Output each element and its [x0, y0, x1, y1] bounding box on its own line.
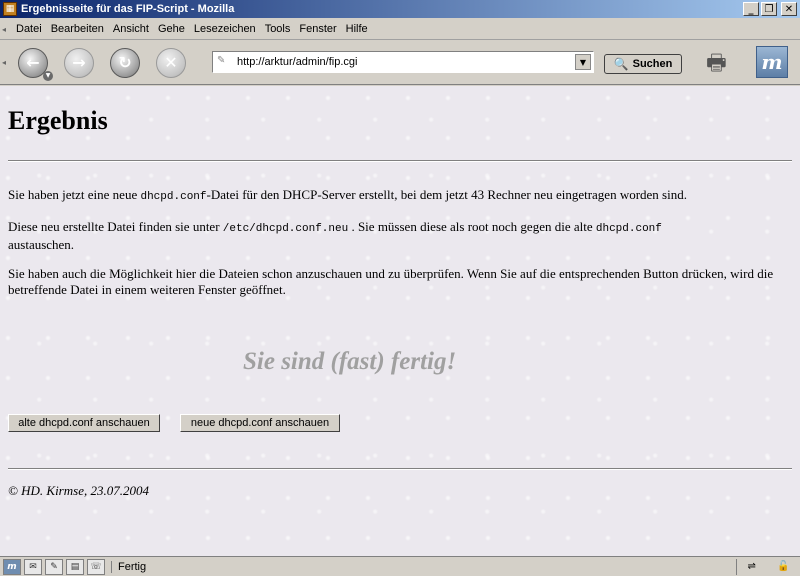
page-content: Ergebnis Sie haben jetzt eine neue dhcpd…: [0, 86, 800, 556]
status-indicators: ⇌ 🔓: [736, 558, 800, 575]
forward-arrow-icon: →: [72, 53, 86, 72]
security-lock-icon: 🔓: [777, 561, 790, 572]
menu-datei[interactable]: Datei: [16, 23, 42, 35]
footer-copyright: © HD. Kirmse, 23.07.2004: [8, 483, 149, 498]
back-arrow-icon: ←: [26, 53, 40, 72]
p2-text: Diese neu erstellte Datei finden sie unt…: [8, 219, 223, 234]
close-button[interactable]: ✕: [781, 2, 797, 16]
toolbar-grip-icon[interactable]: ◂: [2, 58, 12, 67]
paragraph-2: Diese neu erstellte Datei finden sie unt…: [8, 219, 792, 253]
page-heading: Ergebnis: [8, 106, 108, 135]
app-icon: ▦: [3, 2, 17, 16]
addressbook-icon[interactable]: ▤: [66, 558, 84, 575]
back-button[interactable]: ← ▼: [18, 47, 53, 81]
search-icon: 🔍: [613, 57, 629, 71]
menu-lesezeichen[interactable]: Lesezeichen: [194, 23, 256, 35]
toolbar-grip-icon[interactable]: ◂: [2, 21, 12, 37]
p2-text-end: austauschen.: [8, 237, 75, 252]
p2-code-file: dhcpd.conf: [595, 223, 662, 235]
menu-bearbeiten[interactable]: Bearbeiten: [51, 23, 104, 35]
menu-hilfe[interactable]: Hilfe: [346, 23, 368, 35]
composer-icon[interactable]: ✎: [45, 558, 63, 575]
search-button-label: Suchen: [632, 58, 673, 70]
window-title: Ergebnisseite für das FIP-Script - Mozil…: [21, 3, 235, 15]
mail-icon[interactable]: ✉: [24, 558, 42, 575]
forward-button[interactable]: →: [64, 47, 94, 78]
url-dropdown-icon[interactable]: ▼: [575, 54, 591, 70]
maximize-button[interactable]: ❐: [761, 2, 777, 16]
menu-gehe[interactable]: Gehe: [158, 23, 185, 35]
divider: [8, 160, 792, 162]
status-text: Fertig: [111, 560, 736, 573]
minimize-button[interactable]: _: [743, 2, 759, 16]
p2-text-mid: . Sie müssen diese als root noch gegen d…: [348, 219, 596, 234]
search-button[interactable]: 🔍 Suchen: [604, 54, 682, 74]
view-new-conf-button[interactable]: neue dhcpd.conf anschauen: [180, 414, 340, 432]
slogan: Sie sind (fast) fertig!: [243, 348, 457, 375]
chat-icon[interactable]: ☏: [87, 558, 105, 575]
menu-bar: ◂ Datei Bearbeiten Ansicht Gehe Lesezeic…: [0, 19, 800, 40]
url-input[interactable]: [237, 56, 575, 68]
menu-ansicht[interactable]: Ansicht: [113, 23, 149, 35]
p2-code-path: /etc/dhcpd.conf.neu: [222, 223, 349, 235]
page-icon: ✎: [217, 55, 226, 66]
url-bar[interactable]: ✎ ▼: [212, 51, 594, 73]
menu-fenster[interactable]: Fenster: [299, 23, 336, 35]
view-old-conf-button[interactable]: alte dhcpd.conf anschauen: [8, 414, 160, 432]
p1-text: Sie haben jetzt eine neue: [8, 187, 141, 202]
reload-icon: ↻: [118, 53, 132, 72]
stop-button[interactable]: ✕: [156, 47, 186, 78]
paragraph-1: Sie haben jetzt eine neue dhcpd.conf-Dat…: [8, 187, 792, 205]
p1-text-end: -Datei für den DHCP-Server erstellt, bei…: [206, 187, 687, 202]
mozilla-icon[interactable]: m: [3, 558, 21, 575]
dropdown-icon[interactable]: ▼: [43, 70, 53, 81]
print-icon[interactable]: 🖶: [706, 46, 740, 76]
p1-code: dhcpd.conf: [140, 191, 207, 203]
stop-icon: ✕: [164, 53, 178, 72]
title-bar: ▦ Ergebnisseite für das FIP-Script - Moz…: [0, 0, 800, 18]
status-bar: m ✉ ✎ ▤ ☏ Fertig ⇌ 🔓: [0, 556, 800, 576]
paragraph-3: Sie haben auch die Möglichkeit hier die …: [8, 266, 774, 297]
connection-icon: ⇌: [747, 561, 756, 572]
reload-button[interactable]: ↻: [110, 47, 140, 78]
menu-tools[interactable]: Tools: [265, 23, 291, 35]
mozilla-throbber-icon[interactable]: m: [756, 46, 788, 78]
divider: [8, 468, 792, 470]
